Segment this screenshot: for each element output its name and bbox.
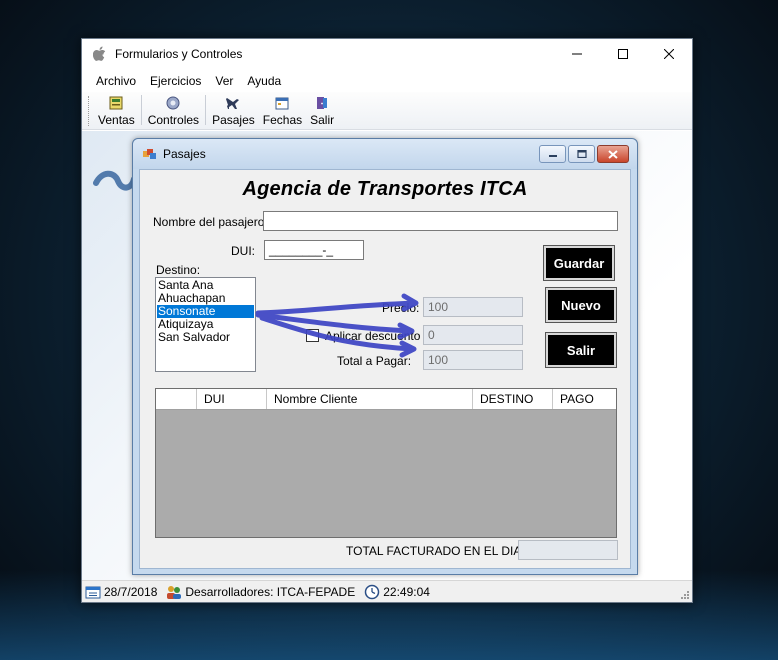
status-date-text: 28/7/2018 (104, 584, 158, 599)
status-developers: Desarrolladores: ITCA-FEPADE (163, 584, 355, 600)
child-minimize-button[interactable] (539, 145, 566, 163)
ventas-icon (109, 96, 123, 110)
status-time-text: 22:49:04 (383, 584, 430, 599)
pasajes-form: Agencia de Transportes ITCA Nombre del p… (139, 169, 631, 569)
toolbar-ventas-button[interactable]: Ventas (94, 95, 139, 127)
window-title: Formularios y Controles (115, 47, 243, 61)
child-maximize-button[interactable] (568, 145, 595, 163)
menu-ayuda[interactable]: Ayuda (240, 74, 288, 88)
status-time: 22:49:04 (361, 584, 430, 600)
minimize-icon (548, 155, 557, 157)
dui-mask: ________-_ (269, 243, 334, 257)
status-developers-text: Desarrolladores: ITCA-FEPADE (185, 584, 356, 599)
close-icon (664, 49, 674, 59)
total-dia-input[interactable] (518, 540, 618, 560)
nombre-input[interactable] (263, 211, 618, 231)
airplane-icon (226, 98, 240, 109)
destino-listbox[interactable]: Santa Ana Ahuachapan Sonsonate Atiquizay… (155, 277, 256, 372)
toolbar: Ventas Controles Pasajes Fechas Salir (82, 92, 692, 130)
form-icon (143, 149, 156, 159)
descuento-input[interactable] (423, 325, 523, 345)
close-icon (608, 149, 618, 159)
resize-grip-icon[interactable] (680, 590, 690, 600)
child-close-button[interactable] (597, 145, 629, 163)
menu-archivo[interactable]: Archivo (89, 74, 143, 88)
pasajes-title-bar[interactable]: Pasajes (133, 139, 637, 169)
menu-bar: Archivo Ejercicios Ver Ayuda (82, 69, 692, 92)
nuevo-button[interactable]: Nuevo (545, 287, 617, 323)
form-heading: Agencia de Transportes ITCA (242, 178, 528, 200)
salir-button[interactable]: Salir (545, 332, 617, 368)
toolbar-separator (140, 95, 142, 125)
nombre-label: Nombre del pasajero: (153, 215, 268, 229)
descuento-checkbox[interactable] (306, 329, 319, 342)
grid-column-pago[interactable]: PAGO (553, 389, 616, 409)
list-item[interactable]: San Salvador (157, 331, 254, 344)
grid-header: DUI Nombre Cliente DESTINO PAGO (156, 389, 616, 410)
menu-ejercicios[interactable]: Ejercicios (143, 74, 208, 88)
guardar-button[interactable]: Guardar (543, 245, 615, 281)
minimize-button[interactable] (554, 39, 600, 69)
dui-label: DUI: (231, 244, 255, 258)
toolbar-salir-button[interactable]: Salir (306, 95, 338, 127)
clock-icon (364, 584, 380, 599)
exit-icon (317, 97, 328, 109)
total-input[interactable] (423, 350, 523, 370)
menu-ver[interactable]: Ver (208, 74, 240, 88)
toolbar-separator (205, 95, 207, 125)
destino-label: Destino: (156, 263, 201, 277)
toolbar-fechas-button[interactable]: Fechas (259, 95, 306, 127)
maximize-button[interactable] (600, 39, 646, 69)
toolbar-pasajes-button[interactable]: Pasajes (208, 95, 259, 127)
title-bar[interactable]: Formularios y Controles (82, 39, 692, 69)
users-icon (167, 585, 182, 599)
total-label: Total a Pagar: (337, 354, 412, 368)
dui-masked-input[interactable]: ________-_ (264, 240, 364, 260)
status-date: 28/7/2018 (82, 584, 157, 600)
precio-label: Precio: (382, 301, 420, 315)
grid-column-nombre[interactable]: Nombre Cliente (267, 389, 473, 409)
controles-icon (166, 96, 180, 110)
pasajes-datagrid[interactable]: DUI Nombre Cliente DESTINO PAGO (155, 388, 617, 538)
total-dia-label: TOTAL FACTURADO EN EL DIA: (346, 544, 525, 558)
background-logo-icon (93, 170, 136, 191)
descuento-label: Aplicar descuento (325, 329, 421, 343)
grid-row-header[interactable] (156, 389, 197, 409)
pasajes-title: Pasajes (163, 147, 206, 161)
toolbar-controles-button[interactable]: Controles (144, 95, 203, 127)
pasajes-window: Pasajes Agencia de Transportes ITCA Nomb… (132, 138, 638, 575)
apple-icon (91, 45, 109, 63)
calendar-icon (85, 586, 101, 598)
close-button[interactable] (646, 39, 692, 69)
grid-column-destino[interactable]: DESTINO (473, 389, 553, 409)
minimize-icon (572, 53, 582, 55)
precio-input[interactable] (423, 297, 523, 317)
maximize-icon (576, 150, 587, 158)
status-bar: 28/7/2018 Desarrolladores: ITCA-FEPADE 2… (82, 580, 692, 602)
calendar-icon (275, 97, 289, 110)
grid-column-dui[interactable]: DUI (197, 389, 267, 409)
maximize-icon (618, 49, 628, 59)
toolbar-grip[interactable] (88, 96, 90, 126)
